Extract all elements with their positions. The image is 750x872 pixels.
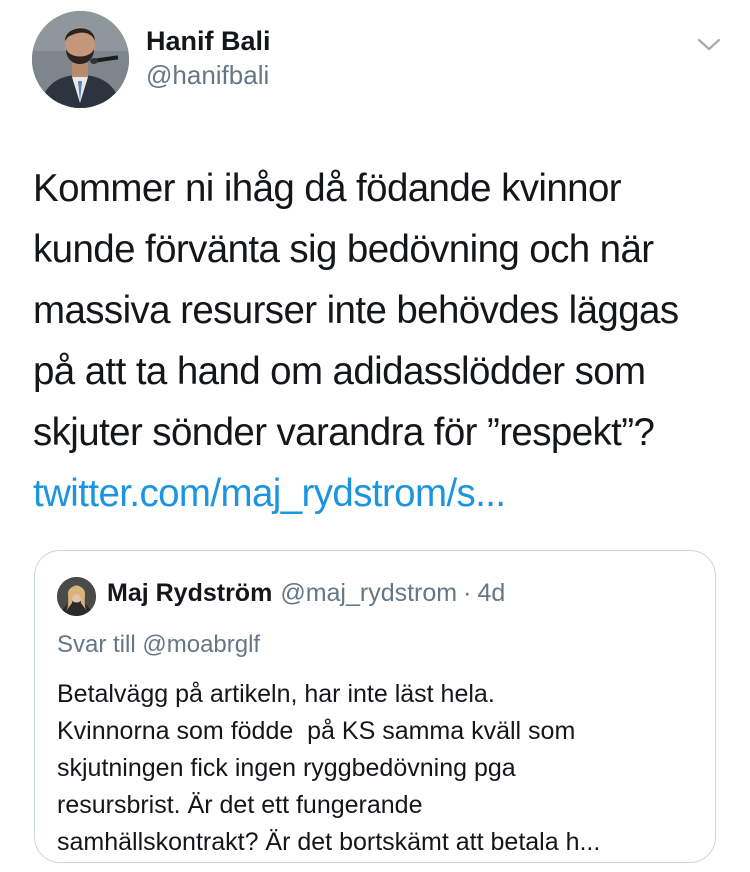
quoted-timestamp[interactable]: 4d bbox=[477, 579, 505, 607]
tweet-header: Hanif Bali @hanifbali bbox=[0, 0, 750, 120]
chevron-down-icon[interactable] bbox=[696, 36, 722, 54]
quoted-tweet-card[interactable]: Maj Rydström @maj_rydstrom · 4d Svar till @… bbox=[34, 550, 716, 863]
tweet-text-line: skjuter sönder varandra för ”respekt”? bbox=[33, 411, 655, 454]
quoted-text-line: samhällskontrakt? Är det bortskämt att b… bbox=[57, 828, 601, 856]
author-avatar[interactable] bbox=[32, 11, 129, 108]
tweet-text: Kommer ni ihåg då födande kvinnor kunde … bbox=[33, 158, 733, 524]
quoted-text-line: resursbrist. Är det ett fungerande bbox=[57, 791, 423, 819]
reply-prefix: Svar till bbox=[57, 631, 136, 658]
profile-photo-icon bbox=[32, 11, 129, 108]
tweet-text-line: Kommer ni ihåg då födande kvinnor bbox=[33, 167, 622, 210]
quoted-author-avatar[interactable] bbox=[57, 577, 96, 616]
tweet-link[interactable]: twitter.com/maj_rydstrom/s... bbox=[33, 463, 733, 524]
quoted-tweet-header: Maj Rydström @maj_rydstrom · 4d bbox=[107, 579, 505, 608]
quoted-text-line: skjutningen fick ingen ryggbedövning pga bbox=[57, 754, 516, 782]
tweet-text-line: massiva resurser inte behövdes läggas bbox=[33, 289, 679, 332]
quoted-author-handle[interactable]: @maj_rydstrom bbox=[280, 579, 457, 607]
quoted-profile-photo-icon bbox=[57, 577, 96, 616]
quoted-text-line: Kvinnorna som födde på KS samma kväll so… bbox=[57, 717, 576, 745]
quoted-tweet-text: Betalvägg på artikeln, har inte läst hel… bbox=[57, 676, 707, 861]
author-handle[interactable]: @hanifbali bbox=[146, 60, 269, 91]
author-name[interactable]: Hanif Bali bbox=[146, 26, 271, 57]
quoted-author-name[interactable]: Maj Rydström bbox=[107, 579, 272, 607]
tweet-text-line: kunde förvänta sig bedövning och när bbox=[33, 228, 654, 271]
quoted-text-line: Betalvägg på artikeln, har inte läst hel… bbox=[57, 680, 495, 708]
tweet-text-line: på att ta hand om adidasslödder som bbox=[33, 350, 646, 393]
reply-context: Svar till @moabrglf bbox=[57, 631, 260, 659]
reply-to-handle[interactable]: @moabrglf bbox=[142, 631, 260, 658]
quoted-separator: · bbox=[463, 579, 472, 607]
